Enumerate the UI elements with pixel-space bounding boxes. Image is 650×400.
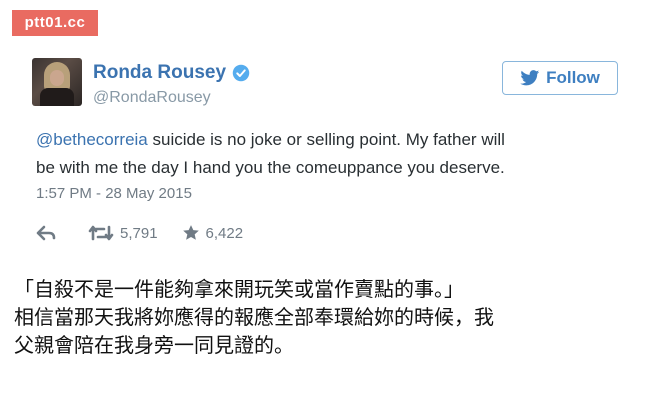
caption-translation: 「自殺不是一件能夠拿來開玩笑或當作賣點的事。」 相信當那天我將妳應得的報應全部奉… (14, 275, 644, 359)
caption-line-3: 父親會陪在我身旁一同見證的。 (14, 333, 294, 357)
tweet-actions: 5,791 6,422 (36, 220, 243, 246)
user-handle[interactable]: @RondaRousey (93, 89, 211, 107)
site-watermark: ptt01.cc (12, 10, 98, 36)
reply-icon (36, 225, 56, 241)
retweet-button[interactable]: 5,791 (88, 225, 158, 242)
retweet-icon (88, 225, 114, 241)
favorite-button[interactable]: 6,422 (182, 224, 244, 242)
caption-line-2: 相信當那天我將妳應得的報應全部奉環給妳的時候，我 (14, 305, 494, 329)
tweet-text-line2: be with me the day I hand you the comeup… (36, 158, 505, 177)
tweet-text: @bethecorreia suicide is no joke or sell… (36, 126, 616, 182)
caption-line-1: 「自殺不是一件能夠拿來開玩笑或當作賣點的事。」 (14, 277, 464, 301)
star-icon (182, 225, 199, 240)
reply-button[interactable] (36, 225, 56, 241)
mention-link[interactable]: @bethecorreia (36, 130, 148, 149)
follow-label: Follow (546, 68, 600, 87)
author-name-row: Ronda Rousey (93, 62, 250, 84)
tweet-text-line1: suicide is no joke or selling point. My … (147, 130, 505, 149)
follow-button[interactable]: Follow (502, 61, 618, 95)
display-name[interactable]: Ronda Rousey (93, 62, 226, 84)
retweet-count: 5,791 (120, 224, 158, 242)
verified-badge-icon (232, 64, 250, 82)
favorite-count: 6,422 (205, 224, 244, 242)
avatar[interactable] (32, 58, 82, 106)
twitter-bird-icon (520, 70, 540, 86)
tweet-timestamp[interactable]: 1:57 PM - 28 May 2015 (36, 185, 192, 202)
